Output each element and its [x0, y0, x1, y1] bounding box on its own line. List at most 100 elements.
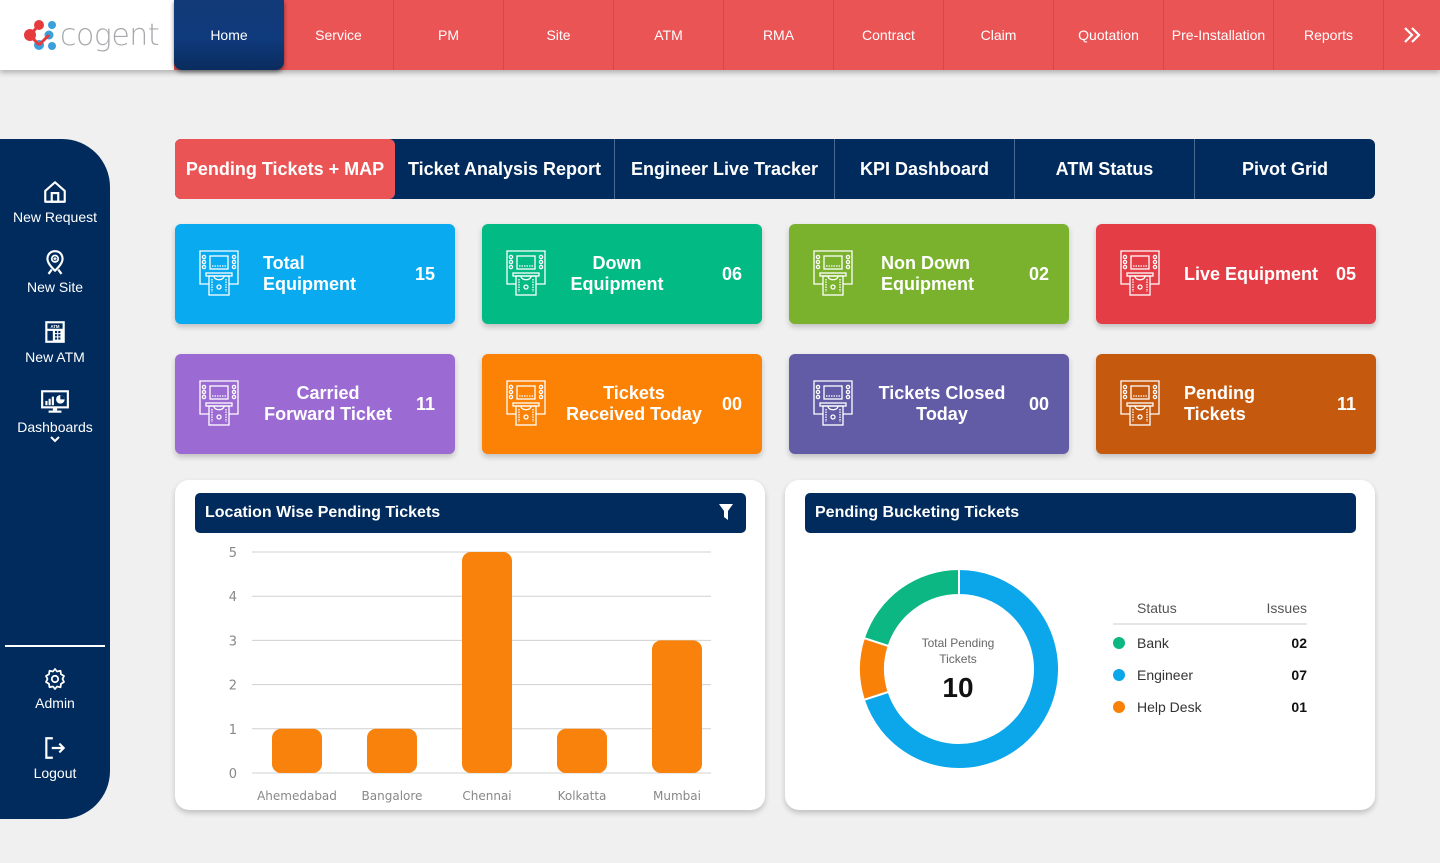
top-navbar: cogent Home Service PM Site ATM RMA Contract Cl… — [0, 0, 1440, 70]
atm-machine-icon-wrap — [813, 250, 853, 301]
nav-item-home[interactable]: Home — [174, 0, 284, 70]
bar-ahemedabad[interactable] — [272, 728, 322, 773]
dashboard-monitor-icon — [41, 390, 69, 413]
tab-pivot-grid[interactable]: Pivot Grid — [1195, 139, 1375, 199]
stat-card-tickets-received-today[interactable]: Tickets Received Today 00 — [482, 354, 762, 454]
stat-card-down-equipment[interactable]: Down Equipment 06 — [482, 224, 762, 324]
donut-slice-help-desk[interactable] — [858, 636, 890, 702]
atm-machine-icon — [813, 250, 853, 296]
card-label: Non Down Equipment — [881, 253, 974, 294]
bar-bangalore[interactable] — [367, 728, 417, 773]
sidebar-item-label: New Site — [26, 279, 84, 295]
stat-card-non-down-equipment[interactable]: Non Down Equipment 02 — [789, 224, 1069, 324]
nav-item-pre-installation[interactable]: Pre-Installation — [1164, 0, 1274, 70]
location-wise-panel: Location Wise Pending Tickets 0 1 2 3 4 5 Ahem… — [175, 480, 765, 810]
status-name: Help Desk — [1137, 699, 1202, 715]
bar-kolkatta[interactable] — [557, 728, 607, 773]
sidebar-item-new-site[interactable]: New Site — [0, 249, 110, 295]
sidebar-item-logout[interactable]: Logout — [0, 735, 110, 781]
logout-icon — [45, 737, 66, 759]
card-value: 02 — [1028, 263, 1049, 284]
double-chevron-right-icon — [1404, 27, 1421, 43]
y-tick-label: 5 — [229, 546, 237, 561]
atm-machine-icon — [506, 380, 546, 426]
pending-bucketing-panel: Pending Bucketing Tickets Total Pending … — [785, 480, 1375, 810]
nav-item-site[interactable]: Site — [504, 0, 614, 70]
atm-machine-icon-wrap — [813, 380, 853, 431]
atm-machine-icon-wrap — [199, 250, 239, 301]
x-tick-label: Ahemedabad — [257, 789, 337, 803]
sidebar-item-label: New Request — [12, 209, 98, 225]
nav-item-pm[interactable]: PM — [394, 0, 504, 70]
bar-mumbai[interactable] — [652, 640, 702, 773]
bar-chennai[interactable] — [462, 552, 512, 773]
sidebar-item-new-request[interactable]: New Request — [0, 179, 110, 225]
nav-item-service[interactable]: Service — [284, 0, 394, 70]
nav-item-reports[interactable]: Reports — [1274, 0, 1384, 70]
atm-machine-icon — [1120, 250, 1160, 296]
legend-dot — [1113, 669, 1125, 681]
card-label: Pending Tickets — [1184, 383, 1255, 424]
card-value: 11 — [1336, 393, 1356, 414]
bar-chart: 0 1 2 3 4 5 Ahemedabad Bangalore Chennai Kolkatta… — [229, 546, 711, 803]
nav-item-rma[interactable]: RMA — [724, 0, 834, 70]
sidebar-item-new-atm[interactable]: ATM New ATM — [0, 319, 110, 365]
tab-ticket-analysis-report[interactable]: Ticket Analysis Report — [395, 139, 615, 199]
cogent-logo-icon — [24, 20, 56, 50]
logo[interactable]: cogent — [0, 0, 174, 70]
stat-card-total-equipment[interactable]: Total Equipment 15 — [175, 224, 455, 324]
column-header-status: Status — [1137, 600, 1177, 616]
atm-machine-icon — [199, 380, 239, 426]
stat-card-live-equipment[interactable]: Live Equipment 05 — [1096, 224, 1376, 324]
x-tick-label: Bangalore — [362, 789, 423, 803]
atm-machine-icon-wrap — [1120, 250, 1160, 301]
sidebar-divider — [5, 645, 105, 647]
tab-atm-status[interactable]: ATM Status — [1015, 139, 1195, 199]
y-tick-label: 4 — [229, 590, 237, 605]
legend-row-engineer: Engineer 07 — [1113, 659, 1307, 691]
issue-count: 07 — [1291, 667, 1307, 683]
stat-card-carried-forward-ticket[interactable]: Carried Forward Ticket 11 — [175, 354, 455, 454]
stat-card-tickets-closed-today[interactable]: Tickets Closed Today 00 — [789, 354, 1069, 454]
card-value: 00 — [721, 393, 742, 414]
atm-machine-icon — [813, 380, 853, 426]
nav-item-contract[interactable]: Contract — [834, 0, 944, 70]
tab-kpi-dashboard[interactable]: KPI Dashboard — [835, 139, 1015, 199]
stat-card-pending-tickets[interactable]: Pending Tickets 11 — [1096, 354, 1376, 454]
card-value: 05 — [1335, 263, 1356, 284]
atm-machine-icon — [506, 250, 546, 296]
atm-icon: ATM — [45, 321, 65, 343]
legend-dot — [1113, 637, 1125, 649]
x-tick-label: Kolkatta — [558, 789, 607, 803]
column-header-issues: Issues — [1266, 600, 1307, 616]
location-pin-icon — [46, 250, 64, 275]
sidebar-item-label: New ATM — [25, 349, 85, 365]
status-name: Bank — [1137, 635, 1169, 651]
dashboard-tabs: Pending Tickets + MAP Ticket Analysis Rep… — [175, 139, 1375, 199]
atm-machine-icon-wrap — [1120, 380, 1160, 431]
tab-engineer-live-tracker[interactable]: Engineer Live Tracker — [615, 139, 835, 199]
issue-count: 01 — [1291, 699, 1307, 715]
donut-center-label-line2: Tickets — [939, 652, 977, 666]
sidebar-item-dashboards[interactable]: Dashboards — [0, 389, 110, 447]
status-issues-table: Status Issues Bank 02 Engineer 07 Help D… — [1113, 600, 1307, 723]
donut-chart: Total Pending Tickets 10 — [858, 567, 1060, 770]
card-label: Down Equipment — [570, 253, 664, 294]
nav-more-button[interactable] — [1384, 0, 1440, 70]
table-header: Status Issues — [1113, 600, 1307, 625]
atm-machine-icon-wrap — [199, 380, 239, 431]
atm-machine-icon-wrap — [506, 250, 546, 301]
card-value: 00 — [1028, 393, 1049, 414]
x-tick-label: Chennai — [462, 789, 511, 803]
y-tick-label: 0 — [229, 767, 237, 782]
donut-center-label-line1: Total Pending — [922, 636, 995, 650]
nav-item-claim[interactable]: Claim — [944, 0, 1054, 70]
nav-item-atm[interactable]: ATM — [614, 0, 724, 70]
nav-item-quotation[interactable]: Quotation — [1054, 0, 1164, 70]
donut-slice-bank[interactable] — [862, 567, 960, 648]
card-label: Live Equipment — [1184, 263, 1319, 284]
tab-pending-tickets-map[interactable]: Pending Tickets + MAP — [175, 139, 395, 199]
chevron-down-icon[interactable] — [49, 435, 61, 443]
sidebar-item-label: Logout — [33, 765, 77, 781]
sidebar-item-admin[interactable]: Admin — [0, 667, 110, 711]
